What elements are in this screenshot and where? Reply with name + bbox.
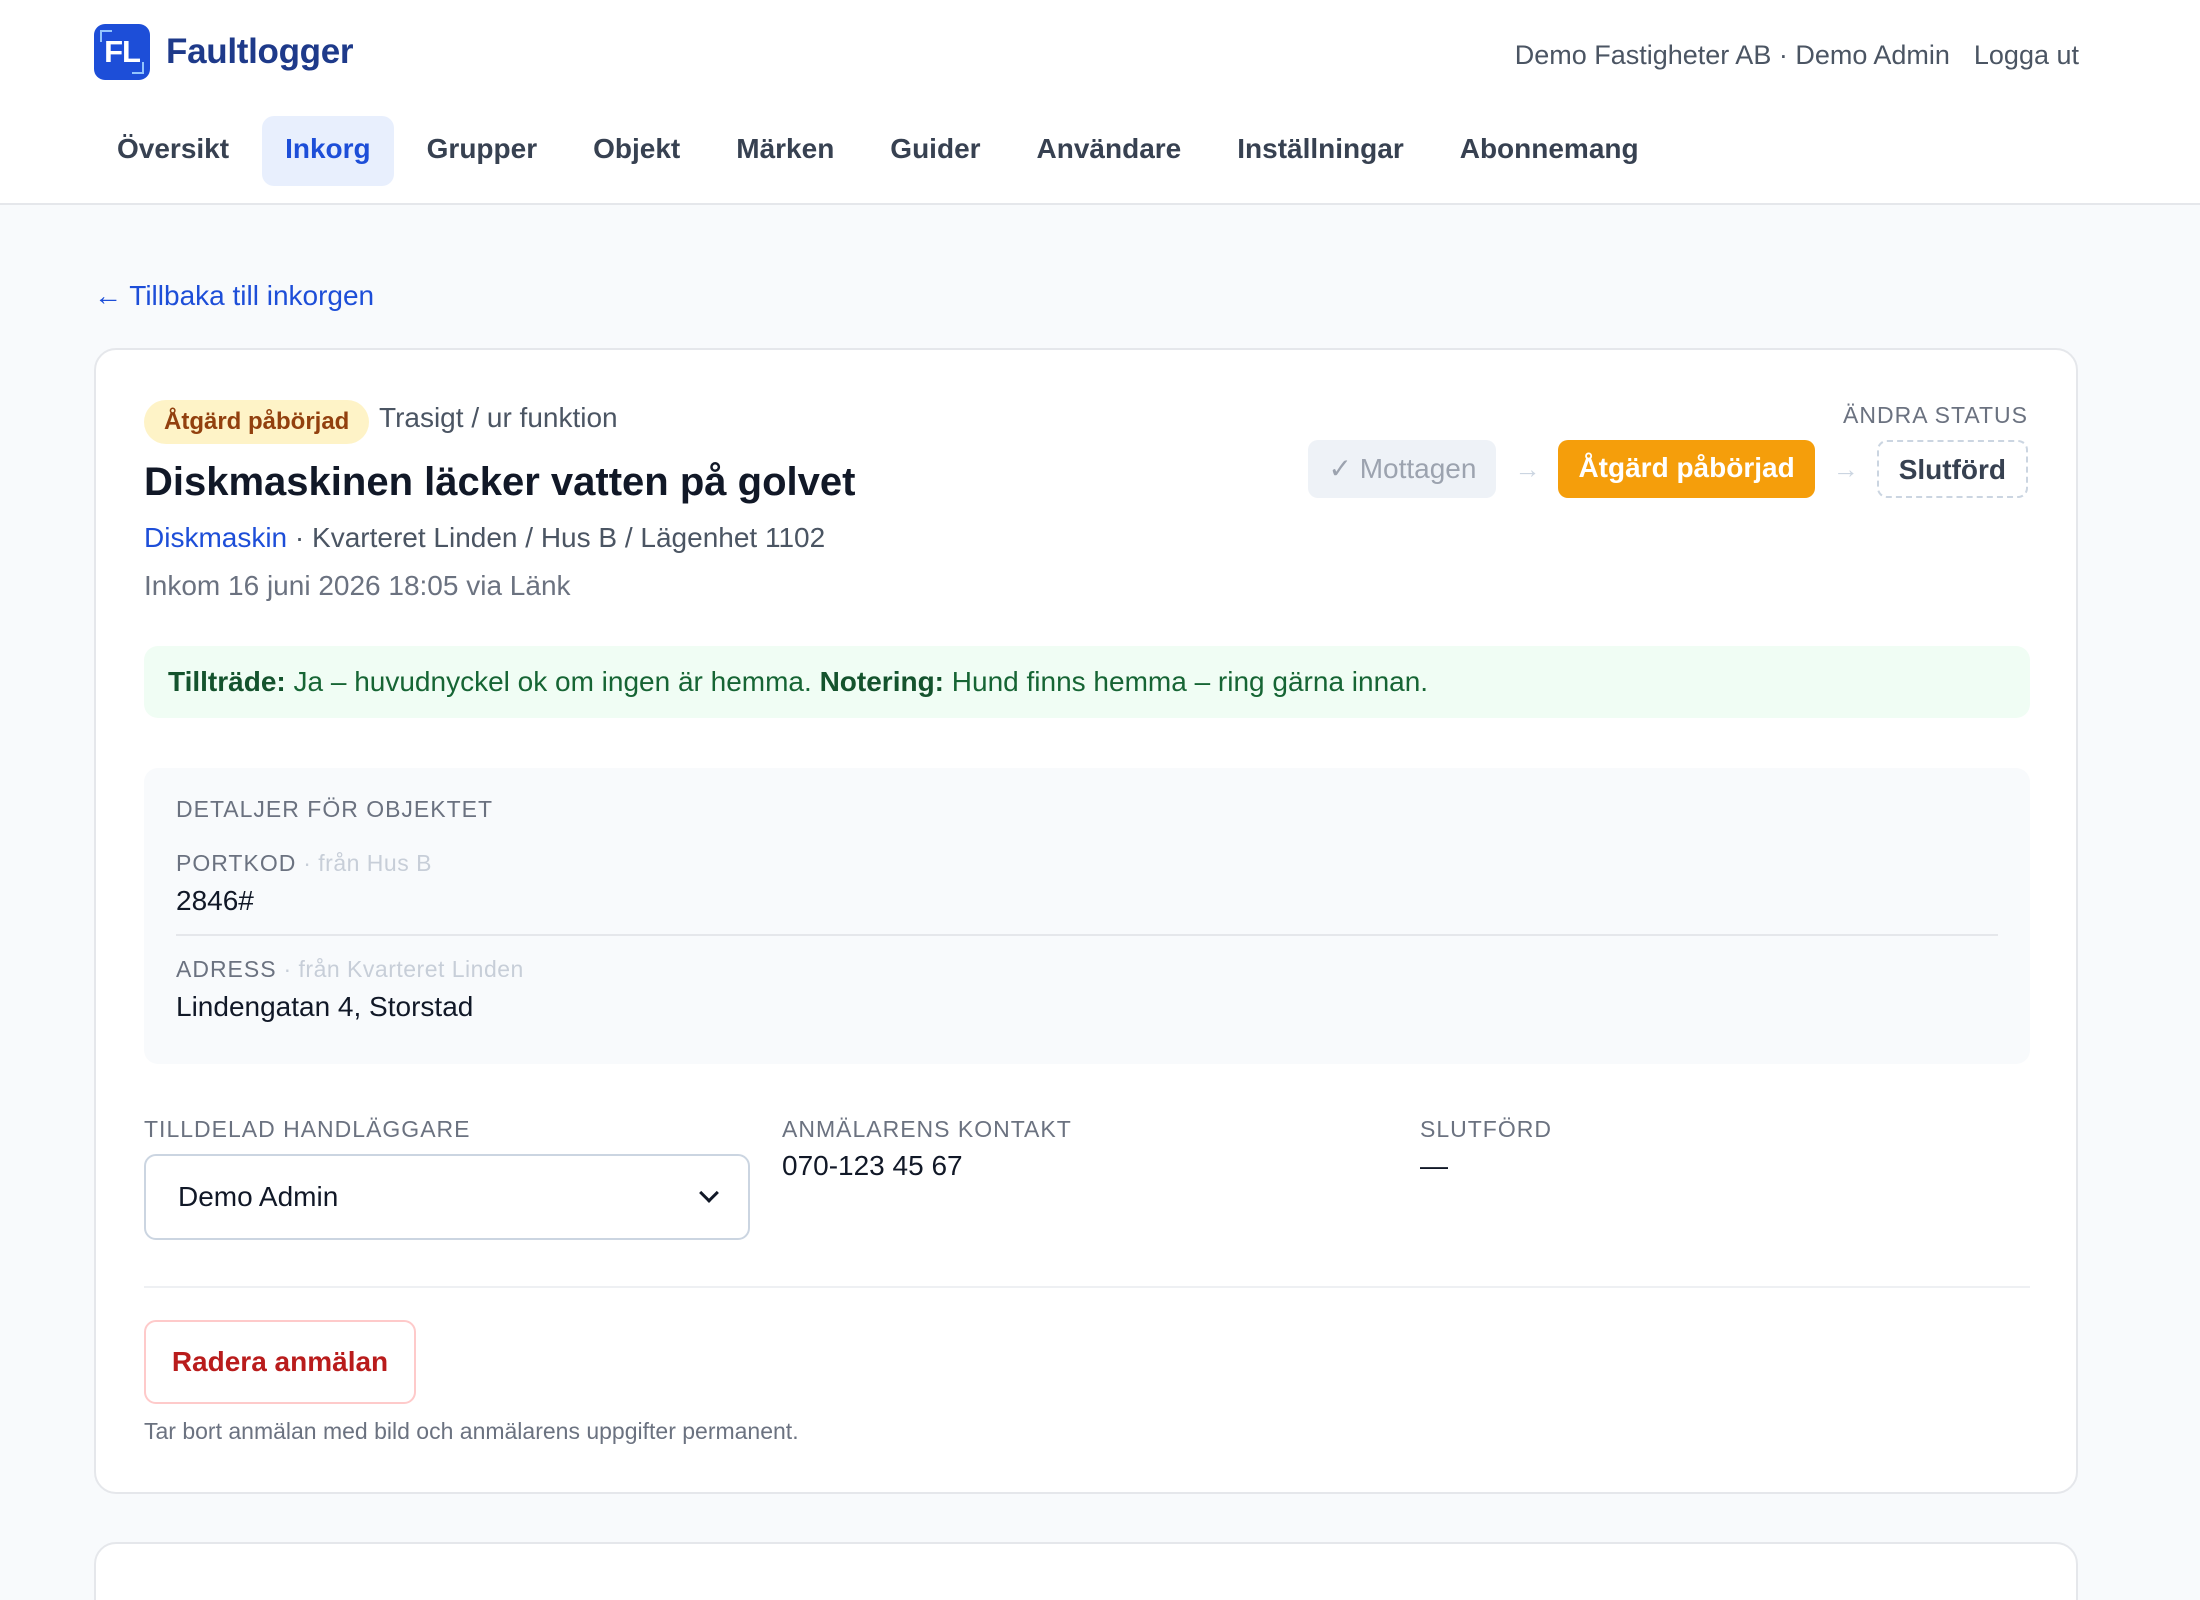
org-user-label: Demo Fastigheter AB · Demo Admin [1514,40,1950,70]
nav-installningar[interactable]: Inställningar [1214,116,1426,186]
chevron-down-icon [699,1183,719,1203]
change-status-label: ÄNDRA STATUS [1843,402,2028,428]
assignee-select[interactable]: Demo Admin [144,1154,750,1240]
detail-row-adress: ADRESS · från Kvarteret Linden Lindengat… [176,956,1998,1042]
report-title: Diskmaskinen läcker vatten på golvet [144,460,856,504]
nav-grupper[interactable]: Grupper [404,116,560,186]
status-step-received[interactable]: ✓ Mottagen [1308,440,1497,498]
completed-label: SLUTFÖRD [1420,1116,1552,1142]
completed-value: — [1420,1150,1448,1181]
assignee-label: TILLDELAD HANDLÄGGARE [144,1116,471,1142]
logo-icon: FL [94,24,150,80]
nav-inkorg[interactable]: Inkorg [262,116,394,186]
back-to-inbox-link[interactable]: ← Tillbaka till inkorgen [94,280,374,312]
report-card: Åtgärd påbörjad Trasigt / ur funktion Di… [94,348,2078,1494]
delete-hint: Tar bort anmälan med bild och anmälarens… [144,1418,799,1444]
brand[interactable]: FL Faultlogger [94,24,354,80]
incoming-info: Inkom 16 juni 2026 18:05 via Länk [144,570,571,601]
arrow-right-icon: → [1832,453,1859,484]
detail-source: · från Kvarteret Linden [276,956,524,982]
nav-marken[interactable]: Märken [713,116,857,186]
location-path: · Kvarteret Linden / Hus B / Lägenhet 11… [287,522,826,553]
account-info: Demo Fastigheter AB · Demo Admin Logga u… [1515,40,2079,71]
nav-anvandare[interactable]: Användare [1014,116,1205,186]
nav-guider[interactable]: Guider [867,116,1003,186]
main-nav: Översikt Inkorg Grupper Objekt Märken Gu… [94,116,1662,186]
status-step-in-progress[interactable]: Åtgärd påbörjad [1558,440,1815,498]
object-details: DETALJER FÖR OBJEKTET PORTKOD · från Hus… [144,768,2030,1064]
arrow-right-icon: → [1514,453,1541,484]
note-text: Hund finns hemma – ring gärna innan. [944,666,1429,697]
assignee-value: Demo Admin [178,1181,339,1212]
detail-value: 2846# [176,885,254,916]
detail-value: Lindengatan 4, Storstad [176,991,474,1022]
detail-label: ADRESS · från Kvarteret Linden [176,956,524,982]
detail-row-portkod: PORTKOD · från Hus B 2846# [176,850,1998,936]
delete-report-button[interactable]: Radera anmälan [144,1320,416,1404]
status-stepper: ✓ Mottagen → Åtgärd påbörjad → Slutförd [1308,440,2028,498]
reporter-contact-label: ANMÄLARENS KONTAKT [782,1116,1072,1142]
secondary-card [94,1542,2078,1600]
brand-name: Faultlogger [166,32,354,71]
note-label: Notering: [819,666,945,697]
report-category: Trasigt / ur funktion [379,402,618,433]
logout-link[interactable]: Logga ut [1974,40,2079,71]
nav-objekt[interactable]: Objekt [570,116,703,186]
divider [144,1286,2030,1288]
nav-abonnemang[interactable]: Abonnemang [1437,116,1662,186]
detail-label: PORTKOD · från Hus B [176,850,432,876]
detail-source: · från Hus B [296,850,432,876]
report-location: Diskmaskin · Kvarteret Linden / Hus B / … [144,522,825,554]
nav-oversikt[interactable]: Översikt [94,116,252,186]
status-badge: Åtgärd påbörjad [144,400,370,444]
object-link[interactable]: Diskmaskin [144,522,287,553]
details-heading: DETALJER FÖR OBJEKTET [176,796,494,822]
reporter-contact-value: 070-123 45 67 [782,1150,963,1181]
top-header: FL Faultlogger Demo Fastigheter AB · Dem… [0,0,2200,205]
access-text: Ja – huvudnyckel ok om ingen är hemma. [285,666,820,697]
status-step-completed[interactable]: Slutförd [1876,440,2028,498]
access-label: Tillträde: [168,666,286,697]
access-notice: Tillträde: Ja – huvudnyckel ok om ingen … [144,646,2030,718]
